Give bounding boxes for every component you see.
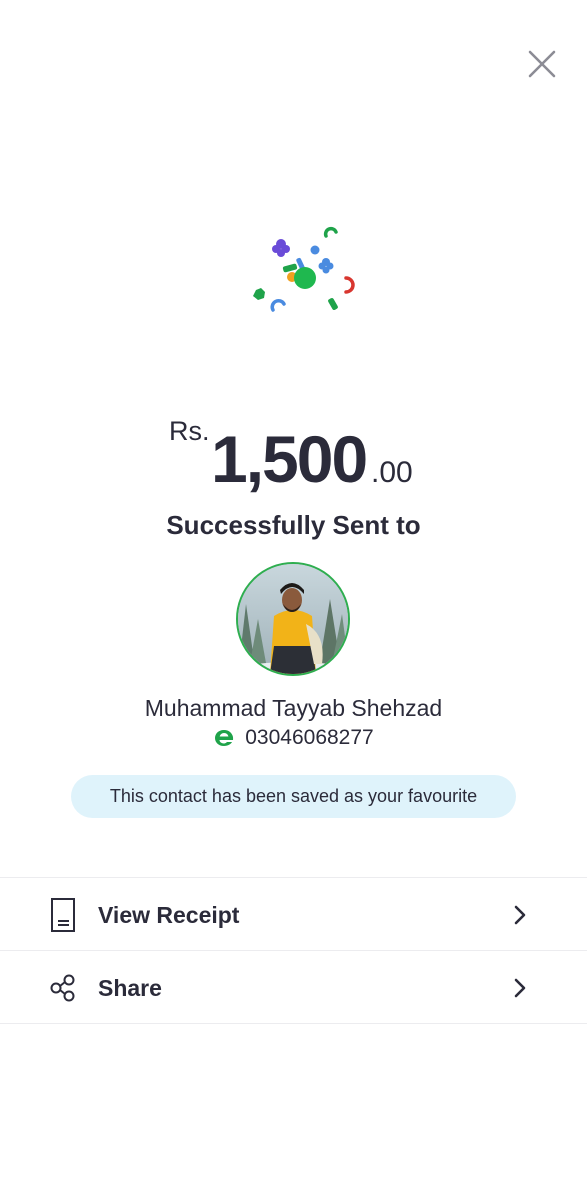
recipient-phone: 03046068277 [245, 726, 374, 749]
amount-decimal: .00 [371, 456, 413, 489]
divider [0, 950, 587, 951]
close-button[interactable] [522, 44, 562, 84]
receipt-icon [51, 898, 75, 932]
recipient-name: Muhammad Tayyab Shehzad [144, 695, 443, 721]
amount-value: 1,500 [211, 422, 368, 496]
close-icon [528, 50, 556, 78]
amount-currency: Rs. [169, 416, 210, 446]
divider [0, 877, 587, 878]
amount-display: Rs. 1,500 .00 [0, 412, 587, 502]
confetti-icon [253, 226, 355, 312]
status-title: Successfully Sent to [166, 510, 421, 540]
divider [0, 1023, 587, 1024]
recipient-avatar [236, 562, 350, 676]
chevron-right-icon [514, 905, 526, 925]
share-label: Share [98, 975, 162, 1001]
recipient-phone-row: 03046068277 [0, 726, 587, 750]
easypaisa-logo-icon [215, 730, 234, 746]
avatar-photo [238, 564, 348, 674]
favourite-banner: This contact has been saved as your favo… [71, 775, 516, 818]
view-receipt-button[interactable]: View Receipt [0, 879, 587, 951]
view-receipt-label: View Receipt [98, 902, 240, 928]
share-icon [50, 974, 75, 1002]
chevron-right-icon [514, 978, 526, 998]
share-button[interactable]: Share [0, 952, 587, 1024]
